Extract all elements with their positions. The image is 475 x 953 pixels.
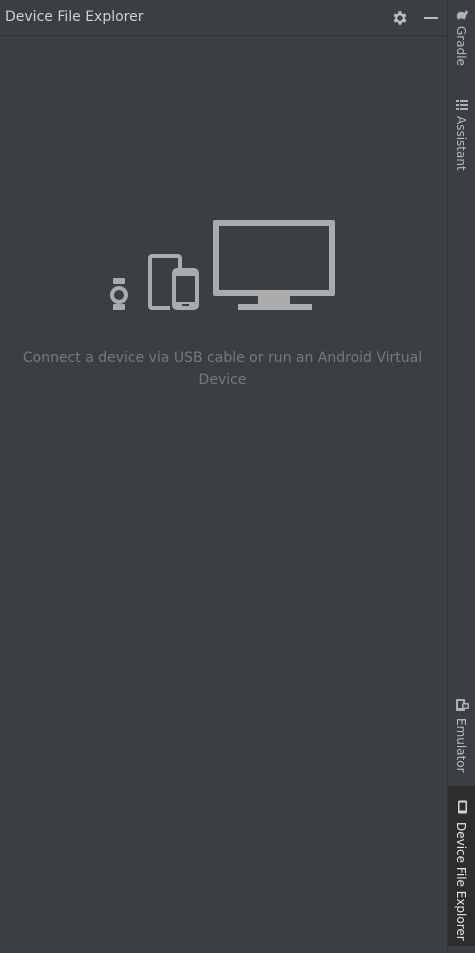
emulator-icon (456, 699, 469, 711)
phone-icon (172, 268, 199, 310)
gradle-icon (456, 10, 468, 20)
empty-state-message: Connect a device via USB cable or run an… (22, 350, 423, 388)
device-file-explorer-label: Device File Explorer (454, 822, 468, 941)
gear-icon (393, 11, 407, 25)
tool-window-device-file-explorer[interactable]: Device File Explorer (448, 786, 475, 946)
device-file-explorer-window: Device File Explorer Connect a device vi… (0, 0, 475, 953)
settings-button[interactable] (390, 8, 410, 28)
tool-window-emulator[interactable]: Emulator (448, 690, 475, 780)
right-tool-window-bar: Gradle Assistant Emulator Device File Ex… (448, 0, 475, 953)
watch-icon (110, 278, 128, 310)
device-file-explorer-panel: Device File Explorer Connect a device vi… (0, 0, 448, 953)
assistant-icon (456, 100, 468, 110)
tool-window-gradle[interactable]: Gradle (448, 0, 475, 90)
panel-header: Device File Explorer (0, 0, 447, 36)
assistant-label: Assistant (454, 116, 468, 171)
tool-window-assistant[interactable]: Assistant (448, 92, 475, 184)
emulator-label: Emulator (454, 718, 468, 773)
panel-title: Device File Explorer (5, 9, 144, 25)
gradle-label: Gradle (454, 26, 468, 66)
tv-icon (213, 220, 335, 310)
device-illustration (110, 220, 335, 310)
device-file-explorer-icon (458, 800, 467, 814)
minimize-button[interactable] (421, 8, 441, 28)
minimize-icon (424, 17, 438, 19)
